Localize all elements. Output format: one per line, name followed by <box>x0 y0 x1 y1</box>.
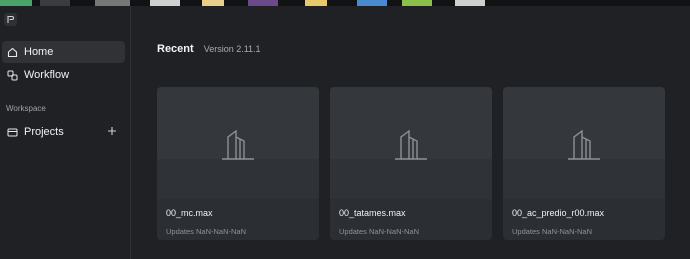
nav-workflow[interactable]: Workflow <box>2 64 125 86</box>
home-icon <box>6 46 18 58</box>
project-updated: Updates NaN-NaN-NaN <box>512 227 593 236</box>
building-icon <box>222 129 254 160</box>
project-card[interactable]: 00_tatames.max Updates NaN-NaN-NaN <box>330 87 492 240</box>
building-icon <box>568 129 600 160</box>
nav-home[interactable]: Home <box>2 41 125 63</box>
project-name: 00_mc.max <box>166 208 213 218</box>
recent-header: Recent Version 2.11.1 <box>157 43 261 55</box>
project-updated: Updates NaN-NaN-NaN <box>166 227 247 236</box>
app-logo-icon[interactable] <box>4 13 17 26</box>
project-name: 00_ac_predio_r00.max <box>512 208 605 218</box>
workspace-section-label: Workspace <box>6 104 46 113</box>
folder-icon <box>6 126 18 138</box>
version-label: Version 2.11.1 <box>203 44 261 54</box>
project-thumbnail <box>330 87 492 199</box>
project-thumbnail <box>503 87 665 199</box>
nav-workflow-label: Workflow <box>24 69 70 81</box>
project-name: 00_tatames.max <box>339 208 406 218</box>
add-project-plus-icon[interactable] <box>105 124 119 138</box>
main-content: Recent Version 2.11.1 00_mc.max Updates … <box>131 6 690 259</box>
nav-home-label: Home <box>24 46 54 58</box>
project-card[interactable]: 00_ac_predio_r00.max Updates NaN-NaN-NaN <box>503 87 665 240</box>
project-updated: Updates NaN-NaN-NaN <box>339 227 420 236</box>
page-title: Recent <box>157 43 194 55</box>
building-icon <box>395 129 427 160</box>
workflow-icon <box>6 69 18 81</box>
project-thumbnail <box>157 87 319 199</box>
sidebar: Home Workflow Workspace Projects <box>0 6 131 259</box>
nav-projects-label: Projects <box>24 126 64 138</box>
nav-projects[interactable]: Projects <box>2 121 125 143</box>
project-card[interactable]: 00_mc.max Updates NaN-NaN-NaN <box>157 87 319 240</box>
